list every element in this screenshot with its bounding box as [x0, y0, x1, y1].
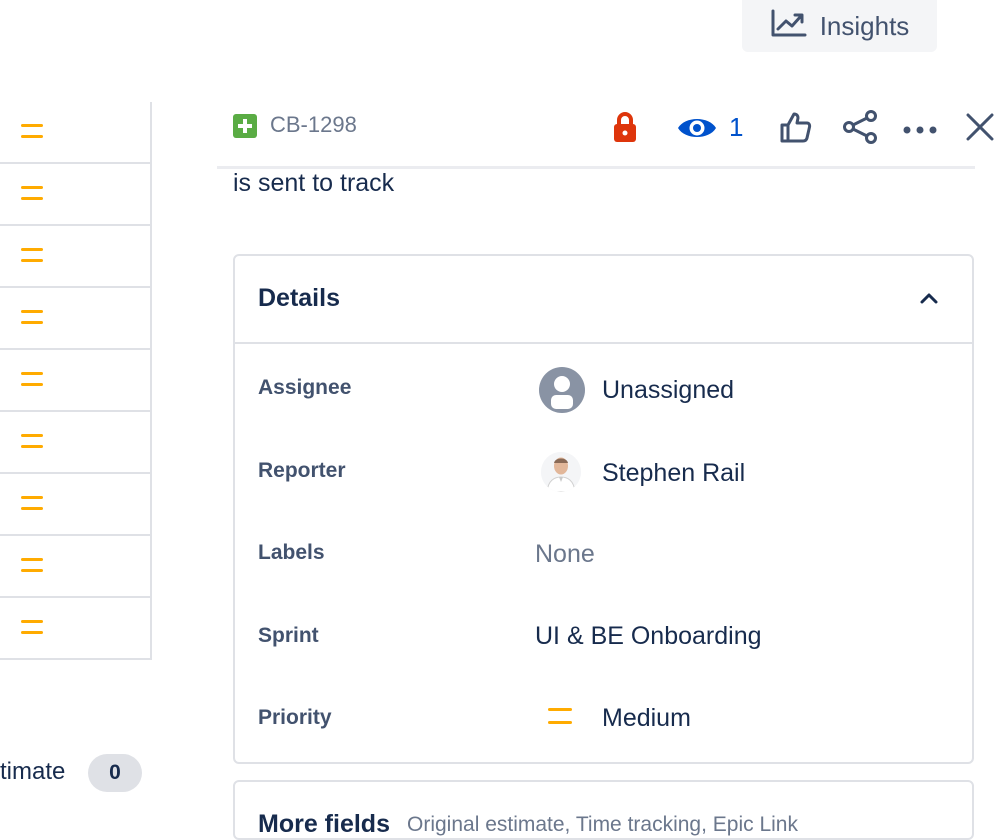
priority-value[interactable]: Medium — [602, 704, 691, 733]
reporter-label: Reporter — [258, 459, 346, 482]
reporter-value[interactable]: Stephen Rail — [602, 459, 745, 488]
priority-label: Priority — [258, 706, 332, 729]
issue-key-link[interactable]: CB-1298 — [270, 112, 357, 138]
watch-eye-icon[interactable] — [677, 114, 717, 147]
story-add-icon — [233, 114, 257, 138]
thumbs-up-icon[interactable] — [779, 110, 813, 149]
priority-medium-icon — [21, 434, 43, 448]
list-item[interactable] — [0, 164, 150, 226]
list-item[interactable] — [0, 536, 150, 598]
list-item[interactable] — [0, 350, 150, 412]
list-item[interactable] — [0, 102, 150, 164]
priority-medium-icon — [21, 248, 43, 262]
more-fields-panel[interactable]: More fields Original estimate, Time trac… — [233, 780, 974, 840]
priority-medium-icon — [21, 124, 43, 138]
priority-medium-icon — [21, 372, 43, 386]
default-avatar-icon — [539, 367, 585, 413]
insights-button[interactable]: Insights — [742, 0, 937, 52]
list-item[interactable] — [0, 226, 150, 288]
priority-medium-icon — [21, 558, 43, 572]
priority-medium-icon — [548, 708, 572, 724]
close-icon[interactable] — [965, 112, 995, 147]
assignee-value[interactable]: Unassigned — [602, 376, 734, 405]
estimate-label: timate — [0, 758, 66, 785]
estimate-badge: 0 — [88, 754, 142, 792]
priority-medium-icon — [21, 496, 43, 510]
chevron-up-icon[interactable] — [919, 290, 939, 306]
more-options-icon[interactable] — [903, 122, 939, 140]
description-text[interactable]: is sent to track — [233, 169, 394, 198]
labels-value[interactable]: None — [535, 540, 595, 569]
insights-label: Insights — [819, 10, 910, 41]
priority-medium-icon — [21, 186, 43, 200]
labels-label: Labels — [258, 541, 325, 564]
priority-medium-icon — [21, 620, 43, 634]
assignee-label: Assignee — [258, 376, 352, 399]
priority-medium-icon — [21, 310, 43, 324]
details-title: Details — [258, 284, 340, 312]
list-item[interactable] — [0, 288, 150, 350]
list-item[interactable] — [0, 474, 150, 536]
details-panel: Details Assignee Unassigned Reporter Ste… — [233, 254, 974, 764]
backlog-list — [0, 102, 152, 660]
share-icon[interactable] — [842, 110, 878, 149]
avatar — [541, 452, 581, 492]
details-header[interactable]: Details — [235, 256, 972, 344]
sprint-label: Sprint — [258, 624, 319, 647]
lock-icon[interactable] — [612, 111, 638, 148]
watch-count[interactable]: 1 — [729, 112, 743, 143]
more-fields-subtitle: Original estimate, Time tracking, Epic L… — [407, 813, 798, 836]
issue-header: CB-1298 1 — [217, 102, 994, 169]
more-fields-title: More fields — [258, 810, 390, 838]
list-item[interactable] — [0, 598, 150, 660]
sprint-value[interactable]: UI & BE Onboarding — [535, 622, 762, 651]
trend-chart-icon — [770, 8, 808, 45]
list-item[interactable] — [0, 412, 150, 474]
